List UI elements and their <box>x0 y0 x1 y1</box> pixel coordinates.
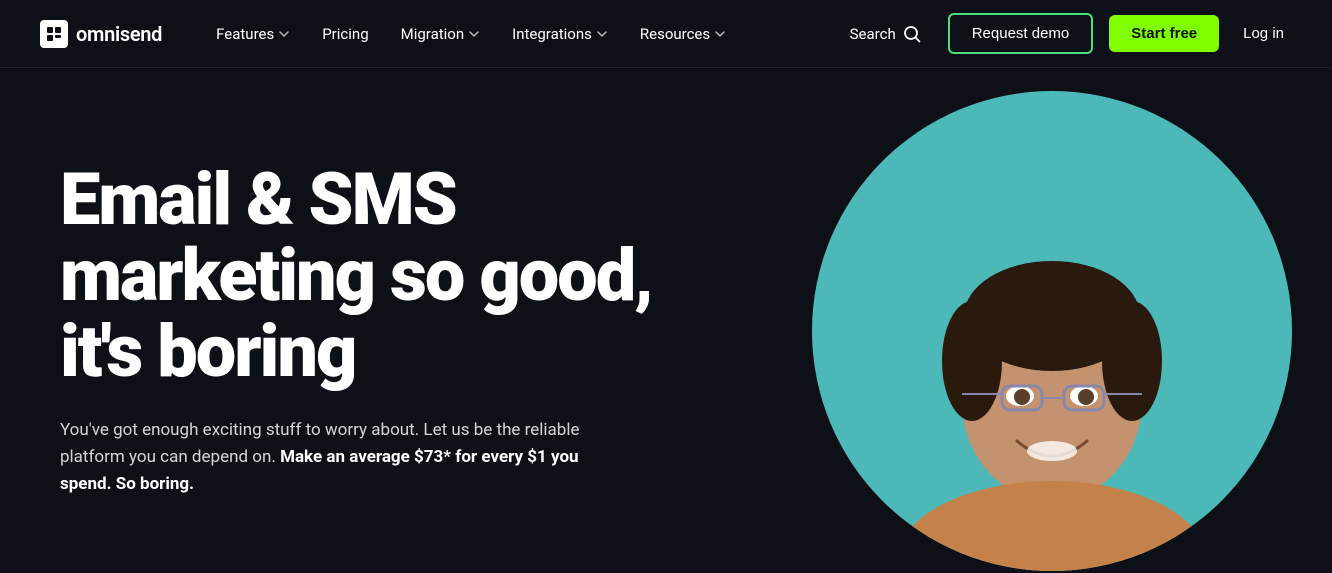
hero-title: Email & SMS marketing so good, it's bori… <box>60 162 700 389</box>
chevron-down-icon <box>278 28 290 40</box>
logo-icon <box>40 20 68 48</box>
nav-item-resources[interactable]: Resources <box>626 17 740 51</box>
login-button[interactable]: Log in <box>1235 17 1292 50</box>
logo-link[interactable]: omnisend <box>40 20 162 48</box>
hero-section: Email & SMS marketing so good, it's bori… <box>0 68 1332 573</box>
nav-links: Features Pricing Migration Integrations … <box>202 17 839 51</box>
nav-item-migration[interactable]: Migration <box>387 17 495 51</box>
hero-circle <box>812 91 1292 571</box>
nav-right: Search Request demo Start free Log in <box>840 13 1292 54</box>
nav-item-pricing[interactable]: Pricing <box>308 17 382 51</box>
chevron-down-icon <box>596 28 608 40</box>
hero-image-area <box>772 68 1332 573</box>
chevron-down-icon <box>468 28 480 40</box>
search-button[interactable]: Search <box>840 18 932 50</box>
nav-item-integrations[interactable]: Integrations <box>498 17 622 51</box>
request-demo-button[interactable]: Request demo <box>948 13 1094 54</box>
navbar: omnisend Features Pricing Migration Inte… <box>0 0 1332 68</box>
brand-name: omnisend <box>76 22 162 46</box>
chevron-down-icon <box>714 28 726 40</box>
hero-person-image <box>842 131 1262 571</box>
hero-content: Email & SMS marketing so good, it's bori… <box>60 142 700 498</box>
search-icon <box>902 24 922 44</box>
nav-item-features[interactable]: Features <box>202 17 304 51</box>
start-free-button[interactable]: Start free <box>1109 15 1219 52</box>
hero-subtitle: You've got enough exciting stuff to worr… <box>60 417 580 499</box>
